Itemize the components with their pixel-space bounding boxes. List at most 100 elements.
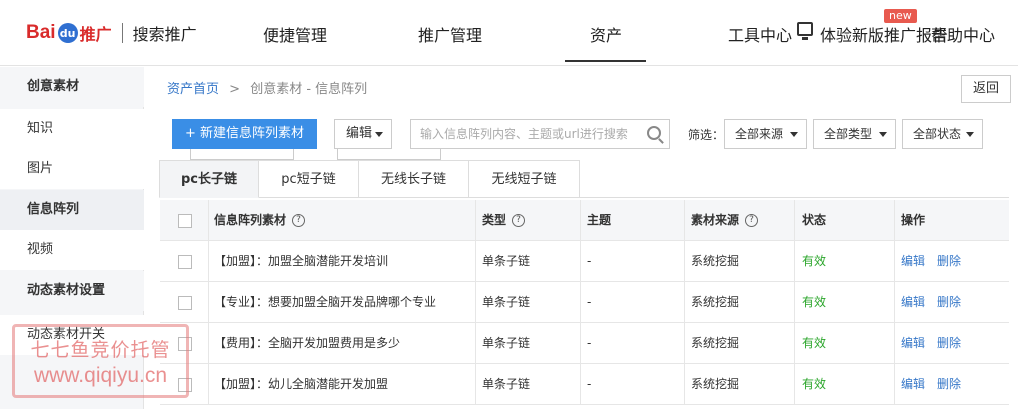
- edit-link[interactable]: 编辑: [901, 295, 925, 309]
- nav-new-version[interactable]: 体验新版: [820, 22, 884, 46]
- cell-source: 系统挖掘: [691, 295, 740, 309]
- cell-status: 有效: [802, 254, 827, 268]
- breadcrumb-current: 创意素材 - 信息阵列: [250, 82, 368, 97]
- nav-quick-manage[interactable]: 便捷管理: [263, 22, 327, 46]
- filter-source-select[interactable]: 全部来源: [724, 119, 807, 149]
- nav-assets[interactable]: 资产: [590, 22, 622, 46]
- cell-theme: -: [587, 377, 592, 391]
- row-checkbox[interactable]: [178, 255, 192, 269]
- baidu-logo[interactable]: Bai du 推广 搜索推广: [26, 18, 197, 48]
- filter-source-label: 全部来源: [735, 127, 784, 141]
- tab-pc-short[interactable]: pc短子链: [259, 160, 359, 198]
- filter-label: 筛选：: [688, 128, 725, 142]
- cell-type: 单条子链: [482, 377, 531, 391]
- logo-bai-text: Bai: [26, 22, 56, 43]
- watermark: 七七鱼竞价托管 www.qiqiyu.cn: [12, 324, 189, 398]
- table-row: 【加盟】：幼儿全脑潜能开发加盟 单条子链 - 系统挖掘 有效 编辑 删除: [160, 364, 1009, 405]
- edit-link[interactable]: 编辑: [901, 377, 925, 391]
- product-name: 搜索推广: [132, 25, 197, 44]
- tab-pc-long[interactable]: pc长子链: [159, 160, 259, 198]
- sidebar-item-video[interactable]: 视频: [0, 230, 144, 270]
- col-header-source: 素材来源?: [691, 200, 759, 241]
- cell-theme: -: [587, 295, 592, 309]
- chevron-down-icon: [966, 132, 974, 137]
- delete-link[interactable]: 删除: [937, 295, 961, 309]
- help-icon[interactable]: ?: [292, 214, 306, 227]
- edit-dropdown-label: 编辑: [346, 126, 373, 141]
- search-icon[interactable]: [647, 126, 661, 140]
- cell-theme: -: [587, 254, 592, 268]
- top-header: Bai du 推广 搜索推广 便捷管理 推广管理 资产 工具中心 体验新版 推广…: [0, 0, 1018, 66]
- cell-source: 系统挖掘: [691, 336, 740, 350]
- new-info-array-button[interactable]: + 新建信息阵列素材: [172, 119, 317, 149]
- sidebar-item-knowledge[interactable]: 知识: [0, 109, 144, 149]
- cell-material: 【专业】：想要加盟全脑开发品牌哪个专业: [214, 295, 437, 309]
- filter-type-select[interactable]: 全部类型: [813, 119, 896, 149]
- nav-promotion-manage[interactable]: 推广管理: [418, 22, 482, 46]
- table-row: 【费用】：全脑开发加盟费用是多少 单条子链 - 系统挖掘 有效 编辑 删除: [160, 323, 1009, 364]
- new-badge: new: [884, 9, 917, 23]
- logo-divider: [121, 23, 123, 43]
- monitor-icon: [797, 22, 813, 40]
- filter-status-label: 全部状态: [913, 127, 962, 141]
- delete-link[interactable]: 删除: [937, 254, 961, 268]
- cell-theme: -: [587, 336, 592, 350]
- edit-link[interactable]: 编辑: [901, 336, 925, 350]
- logo-tuiguang-text: 推广: [79, 25, 112, 44]
- filter-type-label: 全部类型: [824, 127, 873, 141]
- col-header-type: 类型?: [482, 200, 526, 241]
- cell-material: 【加盟】：幼儿全脑潜能开发加盟: [214, 377, 389, 391]
- breadcrumb-home[interactable]: 资产首页: [167, 82, 219, 97]
- cell-material: 【加盟】：加盟全脑潜能开发培训: [214, 254, 389, 268]
- logo-paw-icon: du: [57, 23, 78, 43]
- chevron-down-icon: [375, 132, 383, 137]
- cell-status: 有效: [802, 295, 827, 309]
- tab-mobile-long[interactable]: 无线长子链: [359, 160, 469, 198]
- cell-source: 系统挖掘: [691, 254, 740, 268]
- chevron-down-icon: [879, 132, 887, 137]
- help-icon[interactable]: ?: [512, 214, 526, 227]
- help-icon[interactable]: ?: [745, 214, 759, 227]
- nav-active-indicator: [565, 60, 646, 62]
- breadcrumb: 资产首页 > 创意素材 - 信息阵列: [167, 78, 367, 97]
- table-row: 【加盟】：加盟全脑潜能开发培训 单条子链 - 系统挖掘 有效 编辑 删除: [160, 241, 1009, 282]
- edit-link[interactable]: 编辑: [901, 254, 925, 268]
- tab-mobile-short[interactable]: 无线短子链: [469, 160, 580, 198]
- nav-help-center[interactable]: 帮助中心: [931, 22, 995, 46]
- col-header-status: 状态: [802, 213, 827, 227]
- col-header-material: 信息阵列素材?: [214, 200, 306, 241]
- col-header-theme: 主题: [587, 213, 612, 227]
- edit-dropdown[interactable]: 编辑: [334, 119, 392, 149]
- cell-status: 有效: [802, 336, 827, 350]
- filter-status-select[interactable]: 全部状态: [902, 119, 983, 149]
- cell-status: 有效: [802, 377, 827, 391]
- cell-actions: 编辑 删除: [901, 241, 973, 282]
- cell-source: 系统挖掘: [691, 377, 740, 391]
- back-button[interactable]: 返回: [961, 75, 1011, 103]
- link-type-tabs: pc长子链 pc短子链 无线长子链 无线短子链: [159, 160, 1009, 198]
- select-all-checkbox[interactable]: [178, 214, 192, 228]
- cell-actions: 编辑 删除: [901, 282, 973, 323]
- nav-tools-center[interactable]: 工具中心: [728, 22, 792, 46]
- delete-link[interactable]: 删除: [937, 377, 961, 391]
- sidebar-item-info-array[interactable]: 信息阵列: [0, 190, 144, 230]
- cell-material: 【费用】：全脑开发加盟费用是多少: [214, 336, 401, 350]
- delete-link[interactable]: 删除: [937, 336, 961, 350]
- breadcrumb-separator: >: [229, 82, 241, 97]
- cell-type: 单条子链: [482, 336, 531, 350]
- sidebar-section-dynamic: 动态素材设置: [0, 271, 144, 311]
- table-row: 【专业】：想要加盟全脑开发品牌哪个专业 单条子链 - 系统挖掘 有效 编辑 删除: [160, 282, 1009, 323]
- row-checkbox[interactable]: [178, 296, 192, 310]
- watermark-url: www.qiqiyu.cn: [33, 364, 168, 387]
- col-header-actions: 操作: [901, 213, 926, 227]
- sidebar-item-images[interactable]: 图片: [0, 149, 144, 189]
- overlay-tab-remnant: [337, 148, 441, 160]
- cell-type: 单条子链: [482, 295, 531, 309]
- sidebar-section-creative: 创意素材: [0, 67, 144, 107]
- chevron-down-icon: [790, 132, 798, 137]
- cell-actions: 编辑 删除: [901, 323, 973, 364]
- search-input[interactable]: [411, 120, 636, 148]
- cell-type: 单条子链: [482, 254, 531, 268]
- watermark-title: 七七鱼竞价托管: [30, 339, 171, 361]
- overlay-tab-remnant: [190, 148, 294, 160]
